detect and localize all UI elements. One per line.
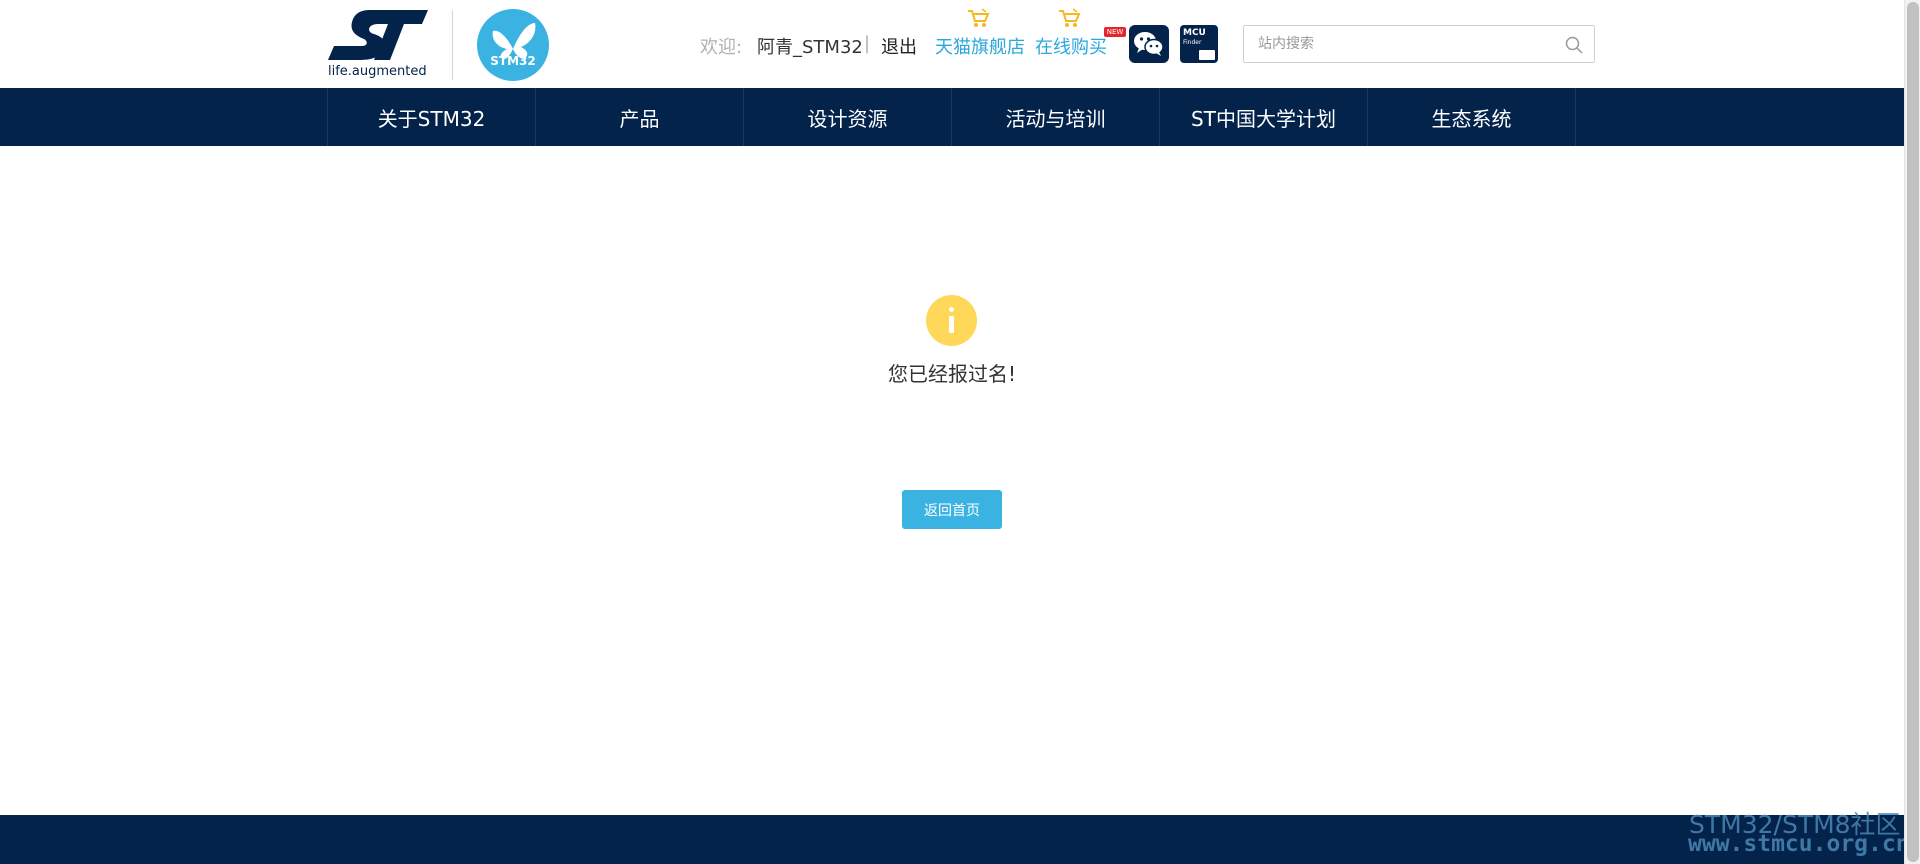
wechat-glyph-icon — [1134, 32, 1164, 56]
site-footer — [0, 815, 1904, 864]
page: life.augmented STM32 欢迎: 阿青_STM32 | 退出 天… — [0, 0, 1920, 864]
nav-item-about-stm32[interactable]: 关于STM32 — [328, 88, 536, 146]
info-icon-bar — [949, 316, 954, 333]
stm32-butterfly-icon — [492, 23, 536, 59]
info-icon-dot — [949, 307, 954, 312]
new-badge: NEW — [1104, 27, 1126, 37]
mcu-finder-icon[interactable]: MCU Finder — [1180, 25, 1218, 63]
separator: | — [864, 33, 871, 54]
welcome-label: 欢迎: — [700, 37, 743, 58]
mcu-finder-subtitle: Finder — [1183, 39, 1202, 46]
nav-item-design-resources[interactable]: 设计资源 — [744, 88, 952, 146]
st-logo[interactable]: life.augmented — [326, 8, 430, 80]
site-header: life.augmented STM32 欢迎: 阿青_STM32 | 退出 天… — [0, 0, 1904, 88]
nav-item-events-training[interactable]: 活动与培训 — [952, 88, 1160, 146]
online-buy-link[interactable]: 在线购买 — [1035, 33, 1107, 59]
vertical-scrollbar[interactable] — [1904, 0, 1920, 864]
logout-link[interactable]: 退出 — [881, 33, 917, 59]
search-icon[interactable] — [1564, 35, 1584, 55]
logo-tagline: life.augmented — [328, 64, 427, 79]
info-icon — [926, 295, 977, 346]
logo-divider — [452, 10, 453, 80]
watermark-url: www.stmcu.org.cn — [1688, 831, 1910, 857]
main-nav: 关于STM32 产品 设计资源 活动与培训 ST中国大学计划 生态系统 — [0, 88, 1904, 146]
cart-icon — [968, 8, 990, 27]
nav-item-products[interactable]: 产品 — [536, 88, 744, 146]
mcu-finder-badge — [1199, 50, 1215, 60]
return-home-button[interactable]: 返回首页 — [902, 490, 1002, 529]
mcu-finder-title: MCU — [1183, 28, 1206, 38]
nav-item-ecosystem[interactable]: 生态系统 — [1368, 88, 1576, 146]
scrollbar-thumb[interactable] — [1907, 2, 1919, 862]
nav-item-university-program[interactable]: ST中国大学计划 — [1160, 88, 1368, 146]
wechat-icon[interactable] — [1129, 25, 1169, 63]
search-input[interactable] — [1244, 26, 1554, 62]
username-link[interactable]: 阿青_STM32 — [757, 33, 863, 59]
stm32-logo[interactable]: STM32 — [477, 9, 549, 81]
nav-items: 关于STM32 产品 设计资源 活动与培训 ST中国大学计划 生态系统 — [327, 88, 1577, 146]
stm32-logo-text: STM32 — [490, 54, 536, 68]
status-message: 您已经报过名! — [887, 362, 1017, 386]
st-logo-icon — [328, 10, 428, 60]
cart-icon — [1059, 8, 1081, 27]
tmall-store-link[interactable]: 天猫旗舰店 — [935, 33, 1025, 59]
search-box — [1243, 25, 1595, 63]
